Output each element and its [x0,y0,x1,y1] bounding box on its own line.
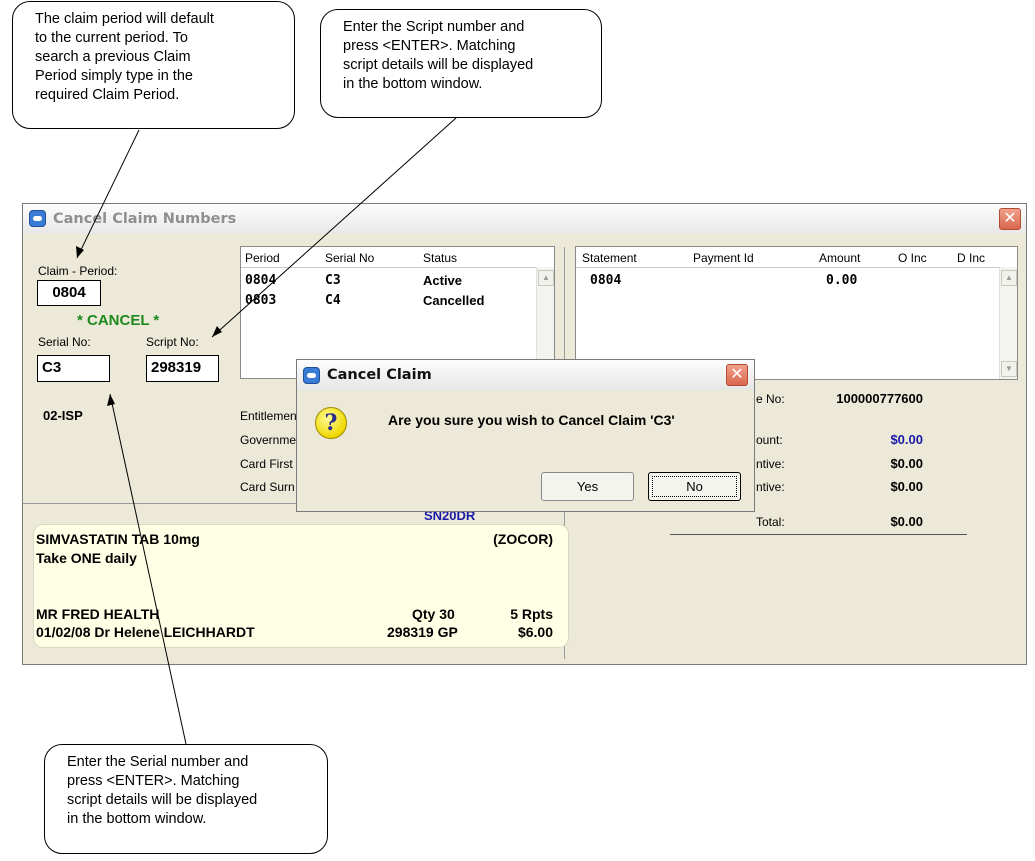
window-title-bar: Cancel Claim Numbers ✕ [23,204,1026,234]
dialog-message: Are you sure you wish to Cancel Claim 'C… [388,412,675,428]
amount-column-header[interactable]: Amount [819,251,860,265]
window-close-icon[interactable]: ✕ [999,208,1021,230]
dialog-close-icon[interactable]: ✕ [726,364,748,386]
period-column-header[interactable]: Period [245,251,280,265]
header-divider [241,267,537,268]
totals-value-2: $0.00 [890,432,923,447]
totals-label-2: ount: [756,433,783,447]
o-inc-column-header[interactable]: O Inc [898,251,927,265]
card-first-label: Card First [240,457,293,471]
government-label: Governme [240,433,297,447]
window-title: Cancel Claim Numbers [53,211,237,227]
total-divider-line [670,534,967,535]
quantity: Qty 30 [412,606,455,622]
entitlement-label: Entitlemen [240,409,297,423]
cancel-claim-dialog: Cancel Claim ✕ ? Are you sure you wish t… [296,359,755,512]
scroll-up-icon[interactable]: ▲ [538,270,554,286]
totals-label-1: e No: [756,392,785,406]
table-row[interactable]: 0803 C4 Cancelled [241,291,537,311]
drug-brand: (ZOCOR) [493,531,553,547]
status-column-header[interactable]: Status [423,251,457,265]
totals-value-1: 100000777600 [836,391,923,406]
row-serial: C4 [325,293,341,308]
table-row[interactable]: 0804 0.00 [576,270,1000,290]
drug-name: SIMVASTATIN TAB 10mg [36,531,200,547]
claim-period-callout: The claim period will default to the cur… [12,1,295,129]
total-label: Total: [756,515,785,529]
script-no-input[interactable]: 298319 [146,355,219,382]
claim-period-input[interactable]: 0804 [37,280,101,306]
repeats: 5 Rpts [510,606,553,622]
claim-period-label: Claim - Period: [38,264,118,278]
directions: Take ONE daily [36,550,137,566]
statements-scrollbar[interactable]: ▲ ▼ [999,267,1017,379]
card-surname-label: Card Surn [240,480,295,494]
statement-column-header[interactable]: Statement [582,251,637,265]
script-gp: 298319 GP [387,624,458,640]
serial-no-label: Serial No: [38,335,91,349]
totals-label-4: ntive: [756,480,785,494]
scroll-down-icon[interactable]: ▼ [1001,361,1017,377]
totals-value-4: $0.00 [890,479,923,494]
serial-number-callout: Enter the Serial number and press <ENTER… [44,744,328,854]
row-serial: C3 [325,273,341,288]
totals-label-3: ntive: [756,457,785,471]
no-button[interactable]: No [648,472,741,501]
total-value: $0.00 [890,514,923,529]
row-status: Active [423,273,463,288]
serial-no-input[interactable]: C3 [37,355,110,382]
script-number-callout: Enter the Script number and press <ENTER… [320,9,602,118]
question-icon: ? [315,407,347,439]
date-doctor: 01/02/08 Dr Helene LEICHHARDT [36,624,255,640]
dialog-title-bar: Cancel Claim ✕ [297,360,754,390]
price: $6.00 [517,624,553,640]
dialog-title: Cancel Claim [327,367,432,383]
cancel-banner: * CANCEL * [77,312,160,329]
scroll-up-icon[interactable]: ▲ [1001,270,1017,286]
serial-column-header[interactable]: Serial No [325,251,374,265]
row-amount: 0.00 [826,273,858,288]
app-icon [29,210,46,227]
table-row[interactable]: 0804 C3 Active [241,270,537,290]
row-period: 0804 [245,273,277,288]
d-inc-column-header[interactable]: D Inc [957,251,985,265]
script-details-panel: SIMVASTATIN TAB 10mg (ZOCOR) Take ONE da… [33,524,569,648]
yes-button[interactable]: Yes [541,472,634,501]
header-divider [576,267,1000,268]
script-no-label: Script No: [146,335,199,349]
totals-value-3: $0.00 [890,456,923,471]
row-status: Cancelled [423,293,485,308]
row-period: 0803 [245,293,277,308]
patient-name: MR FRED HEALTH [36,606,160,622]
payment-id-column-header[interactable]: Payment Id [693,251,754,265]
dialog-app-icon [303,367,320,384]
claim-code: 02-ISP [43,408,83,423]
row-statement: 0804 [590,273,622,288]
